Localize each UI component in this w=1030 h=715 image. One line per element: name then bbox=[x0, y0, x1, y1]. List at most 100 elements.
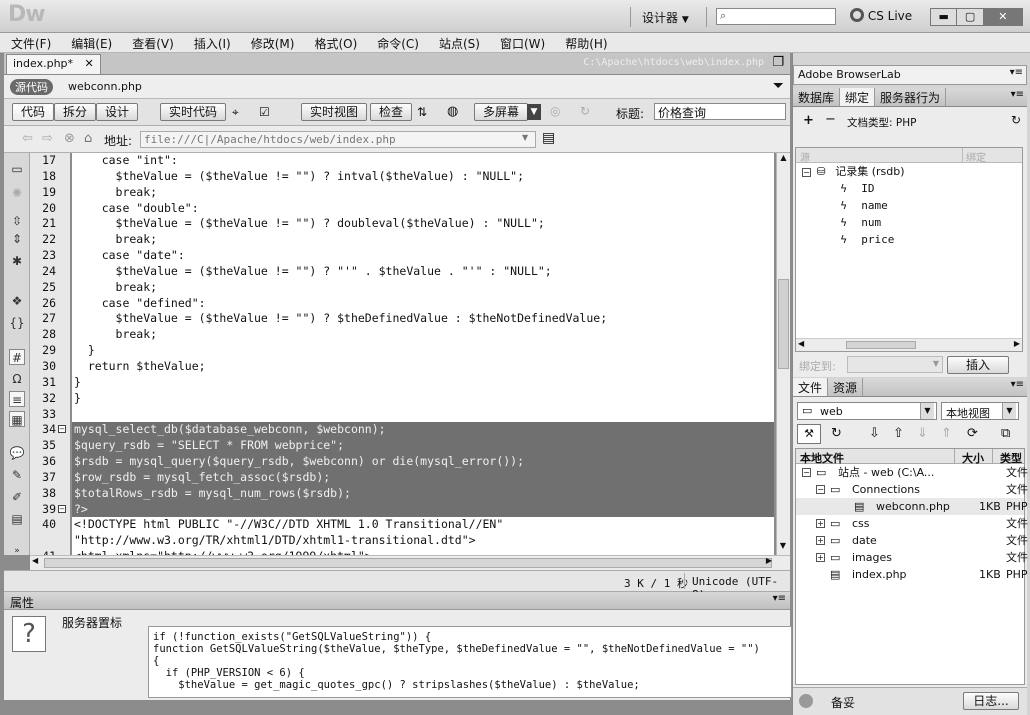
remove-binding-icon[interactable]: − bbox=[825, 112, 836, 127]
site-select[interactable]: ▭ web ▼ bbox=[797, 402, 937, 420]
tab-bindings[interactable]: 绑定 bbox=[840, 88, 876, 106]
syntax-coloring-icon[interactable]: ▦ bbox=[9, 411, 25, 427]
scroll-up-icon[interactable]: ▲ bbox=[777, 153, 790, 167]
code-line[interactable]: break; bbox=[72, 185, 774, 201]
file-row[interactable]: ▤ webconn.php 1KB PHP bbox=[796, 498, 1028, 515]
close-icon[interactable]: ✕ bbox=[85, 57, 94, 70]
get-files-icon[interactable]: ⇩ bbox=[869, 426, 880, 441]
workspace-switcher[interactable]: 设计器 ▼ bbox=[642, 9, 689, 26]
menu-modify[interactable]: 修改(M) bbox=[240, 33, 304, 52]
related-file-webconn[interactable]: webconn.php bbox=[68, 80, 142, 93]
code-line[interactable]: ?> bbox=[72, 501, 774, 518]
inspect-icon[interactable]: ⌖ bbox=[232, 105, 239, 120]
collapse-selection-icon[interactable]: ⇳ bbox=[9, 213, 25, 229]
panel-menu-icon[interactable]: ▾≡ bbox=[1011, 379, 1024, 390]
browserlab-title[interactable]: Adobe BrowserLab bbox=[798, 68, 901, 81]
code-line[interactable]: $theValue = ($theValue != "") ? $theDefi… bbox=[72, 311, 774, 327]
menu-file[interactable]: 文件(F) bbox=[0, 33, 60, 52]
code-line[interactable] bbox=[72, 407, 774, 423]
connect-icon[interactable]: ⚒ bbox=[797, 424, 821, 444]
file-management-icon[interactable]: ⇅ bbox=[417, 105, 427, 119]
menu-site[interactable]: 站点(S) bbox=[428, 33, 489, 52]
highlight-invalid-icon[interactable]: Ω bbox=[9, 371, 25, 387]
filter-icon[interactable]: ⏷ bbox=[773, 78, 784, 94]
search-input[interactable]: ⌕ bbox=[716, 8, 836, 25]
minimize-button[interactable]: ▬ bbox=[931, 9, 958, 25]
code-line[interactable]: <!DOCTYPE html PUBLIC "-//W3C//DTD XHTML… bbox=[72, 517, 774, 533]
code-line[interactable]: } bbox=[72, 375, 774, 391]
word-wrap-icon[interactable]: ≡ bbox=[9, 391, 25, 407]
home-icon[interactable]: ⌂ bbox=[84, 131, 92, 146]
multiscreen-button[interactable]: 多屏幕 bbox=[474, 103, 529, 121]
file-row[interactable]: + ▭ images 文件 bbox=[796, 549, 1028, 566]
tab-index-php[interactable]: index.php* ✕ bbox=[6, 54, 101, 74]
put-files-icon[interactable]: ⇧ bbox=[893, 426, 904, 441]
menu-commands[interactable]: 命令(C) bbox=[366, 33, 428, 52]
page-title-input[interactable]: 价格查询 bbox=[654, 103, 786, 120]
expand-all-icon[interactable]: ⇕ bbox=[9, 231, 25, 247]
expand-panel-icon[interactable]: ⧉ bbox=[1001, 426, 1010, 441]
maximize-button[interactable]: ▢ bbox=[957, 9, 984, 25]
panel-menu-icon[interactable]: ▾≡ bbox=[773, 593, 786, 604]
recordset-node[interactable]: − ⛁ 记录集 (rsdb) bbox=[796, 163, 1022, 180]
code-line[interactable]: case "defined": bbox=[72, 296, 774, 312]
synchronize-icon[interactable]: ⟳ bbox=[967, 426, 978, 441]
tab-assets[interactable]: 资源 bbox=[828, 378, 864, 396]
code-line[interactable]: $totalRows_rsdb = mysql_num_rows($rsdb); bbox=[72, 485, 774, 502]
field-row[interactable]: ϟ num bbox=[796, 214, 1022, 231]
code-line[interactable]: $row_rsdb = mysql_fetch_assoc($rsdb); bbox=[72, 469, 774, 486]
tree-toggle-icon[interactable]: − bbox=[802, 468, 811, 477]
insert-button[interactable]: 插入 bbox=[947, 356, 1009, 374]
code-line[interactable]: "http://www.w3.org/TR/xhtml1/DTD/xhtml1-… bbox=[72, 533, 774, 549]
validate-icon[interactable]: ☑ bbox=[259, 105, 270, 119]
chevron-down-icon[interactable]: ▼ bbox=[522, 133, 528, 142]
scroll-thumb[interactable] bbox=[778, 279, 789, 369]
code-editor[interactable]: case "int": $theValue = ($theValue != ""… bbox=[72, 153, 774, 555]
add-binding-icon[interactable]: + bbox=[803, 113, 814, 128]
tree-toggle-icon[interactable]: + bbox=[816, 519, 825, 528]
more-icon[interactable]: » bbox=[9, 543, 25, 559]
apply-comment-icon[interactable]: 💬 bbox=[9, 445, 25, 461]
log-button[interactable]: 日志... bbox=[963, 692, 1019, 710]
file-row[interactable]: − ▭ 站点 - web (C:\A... 文件 bbox=[796, 464, 1028, 481]
fold-toggle-icon[interactable]: − bbox=[58, 505, 66, 513]
code-line[interactable]: case "double": bbox=[72, 201, 774, 217]
code-line[interactable]: case "int": bbox=[72, 153, 774, 169]
code-line[interactable]: case "date": bbox=[72, 248, 774, 264]
code-line[interactable]: } bbox=[72, 343, 774, 359]
code-line[interactable]: } bbox=[72, 391, 774, 407]
menu-help[interactable]: 帮助(H) bbox=[554, 33, 616, 52]
file-row[interactable]: − ▭ Connections 文件 bbox=[796, 481, 1028, 498]
remove-comment-icon[interactable]: ✎ bbox=[9, 467, 25, 483]
address-input[interactable]: file:///C|/Apache/htdocs/web/index.php bbox=[140, 131, 536, 148]
code-line[interactable]: $rsdb = mysql_query($query_rsdb, $webcon… bbox=[72, 454, 774, 470]
code-line[interactable]: $theValue = ($theValue != "") ? "'" . $t… bbox=[72, 264, 774, 280]
file-row[interactable]: ▤ index.php 1KB PHP bbox=[796, 566, 1028, 583]
globe-icon[interactable]: ◍ bbox=[447, 104, 458, 119]
menu-insert[interactable]: 插入(I) bbox=[183, 33, 240, 52]
tab-server-behaviors[interactable]: 服务器行为 bbox=[875, 88, 947, 106]
code-line[interactable]: break; bbox=[72, 280, 774, 296]
source-code-button[interactable]: 源代码 bbox=[10, 79, 53, 95]
design-view-button[interactable]: 设计 bbox=[96, 103, 139, 121]
code-line[interactable]: return $theValue; bbox=[72, 359, 774, 375]
file-row[interactable]: + ▭ css 文件 bbox=[796, 515, 1028, 532]
live-view-button[interactable]: 实时视图 bbox=[301, 103, 368, 121]
code-line[interactable]: break; bbox=[72, 232, 774, 248]
close-button[interactable]: ✕ bbox=[983, 9, 1022, 25]
server-markup-code[interactable]: if (!function_exists("GetSQLValueString"… bbox=[148, 626, 792, 698]
code-line[interactable]: $theValue = ($theValue != "") ? intval($… bbox=[72, 169, 774, 185]
tree-toggle-icon[interactable]: − bbox=[816, 485, 825, 494]
panel-menu-icon[interactable]: ▾≡ bbox=[1011, 89, 1024, 100]
bindings-hscroll[interactable]: ◀ ▶ bbox=[796, 338, 1022, 351]
code-view-button[interactable]: 代码 bbox=[12, 103, 55, 121]
menu-view[interactable]: 查看(V) bbox=[121, 33, 183, 52]
wrap-tag-icon[interactable]: ✐ bbox=[9, 489, 25, 505]
tab-databases[interactable]: 数据库 bbox=[793, 88, 841, 106]
field-row[interactable]: ϟ ID bbox=[796, 180, 1022, 197]
live-code-button[interactable]: 实时代码 bbox=[160, 103, 227, 121]
inspect-button[interactable]: 检查 bbox=[370, 103, 413, 121]
braces-icon[interactable]: {} bbox=[9, 315, 25, 331]
line-numbers-icon[interactable]: # bbox=[9, 349, 25, 365]
hscroll-thumb[interactable] bbox=[44, 558, 772, 568]
